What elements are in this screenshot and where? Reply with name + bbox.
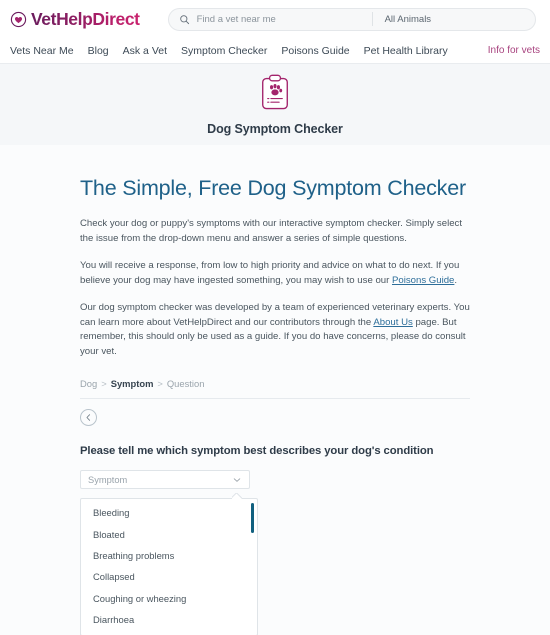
nav-item-info-for-vets[interactable]: Info for vets	[488, 45, 540, 56]
symptom-option-drinking-more-than-usual[interactable]: Drinking more than usual	[81, 630, 257, 635]
site-logo[interactable]: VetHelpDirect	[10, 9, 140, 30]
intro-paragraph-1: Check your dog or puppy's symptoms with …	[80, 217, 470, 246]
symptom-dropdown-panel[interactable]: Bleeding Bloated Breathing problems Coll…	[80, 498, 258, 635]
dropdown-notch	[232, 493, 242, 499]
nav-item-ask-a-vet[interactable]: Ask a Vet	[123, 45, 167, 57]
symptom-option-bleeding[interactable]: Bleeding	[81, 502, 257, 523]
search-divider	[371, 12, 373, 26]
paragraph-text: Check your dog or puppy's symptoms with …	[80, 218, 462, 244]
poisons-guide-link[interactable]: Poisons Guide	[392, 275, 454, 286]
content-card: The Simple, Free Dog Symptom Checker Che…	[0, 145, 550, 635]
symptom-option-coughing-or-wheezing[interactable]: Coughing or wheezing	[81, 588, 257, 609]
page-title: The Simple, Free Dog Symptom Checker	[80, 176, 466, 200]
main-navigation: Vets Near Me Blog Ask a Vet Symptom Chec…	[0, 38, 550, 64]
paragraph-text-tail: .	[454, 274, 458, 286]
nav-item-blog[interactable]: Blog	[88, 45, 109, 57]
symptom-dropdown-wrap: Bleeding Bloated Breathing problems Coll…	[80, 498, 258, 635]
chevron-down-icon	[232, 475, 242, 485]
symptom-option-bloated[interactable]: Bloated	[81, 523, 257, 544]
breadcrumb-item-dog[interactable]: Dog	[80, 378, 97, 389]
intro-paragraph-3: Our dog symptom checker was developed by…	[80, 301, 470, 359]
clipboard-paw-icon	[255, 73, 295, 115]
breadcrumb-item-question[interactable]: Question	[167, 378, 205, 389]
search-icon	[179, 14, 190, 25]
heart-in-circle-icon	[10, 11, 27, 28]
breadcrumb-separator: >	[101, 378, 107, 389]
symptom-select-value: Symptom	[88, 474, 128, 485]
content-inner: The Simple, Free Dog Symptom Checker Che…	[80, 173, 470, 635]
breadcrumb-item-symptom[interactable]: Symptom	[111, 378, 154, 389]
nav-item-vets-near-me[interactable]: Vets Near Me	[10, 45, 74, 57]
page-root: VetHelpDirect All Animals Vets Near Me B…	[0, 0, 550, 635]
arrow-left-circle-icon	[84, 409, 93, 427]
site-logo-text: VetHelpDirect	[31, 8, 140, 29]
search-bar[interactable]: All Animals	[167, 7, 536, 31]
hero-title: Dog Symptom Checker	[207, 122, 343, 136]
back-row	[80, 399, 470, 426]
symptom-option-diarrhoea[interactable]: Diarrhoea	[81, 609, 257, 630]
site-header: VetHelpDirect All Animals	[0, 0, 550, 38]
intro-paragraph-2: You will receive a response, from low to…	[80, 259, 470, 288]
symptom-option-breathing-problems[interactable]: Breathing problems	[81, 545, 257, 566]
question-prompt: Please tell me which symptom best descri…	[80, 445, 434, 457]
search-scope-selector[interactable]: All Animals	[385, 14, 431, 25]
hero-banner: Dog Symptom Checker	[0, 64, 550, 145]
breadcrumb-separator: >	[157, 378, 163, 389]
dropdown-scrollbar[interactable]	[251, 503, 254, 633]
about-us-link[interactable]: About Us	[373, 317, 412, 328]
back-button[interactable]	[80, 409, 97, 426]
search-input[interactable]	[196, 13, 372, 25]
breadcrumb: Dog > Symptom > Question	[80, 372, 470, 399]
symptom-option-list: Bleeding Bloated Breathing problems Coll…	[81, 499, 257, 635]
nav-item-pet-health-library[interactable]: Pet Health Library	[364, 45, 448, 57]
nav-list: Vets Near Me Blog Ask a Vet Symptom Chec…	[10, 45, 448, 57]
symptom-select[interactable]: Symptom	[80, 470, 250, 489]
dropdown-scrollbar-thumb[interactable]	[251, 503, 254, 533]
symptom-option-collapsed[interactable]: Collapsed	[81, 566, 257, 587]
nav-item-poisons-guide[interactable]: Poisons Guide	[281, 45, 349, 57]
nav-item-symptom-checker[interactable]: Symptom Checker	[181, 45, 267, 57]
